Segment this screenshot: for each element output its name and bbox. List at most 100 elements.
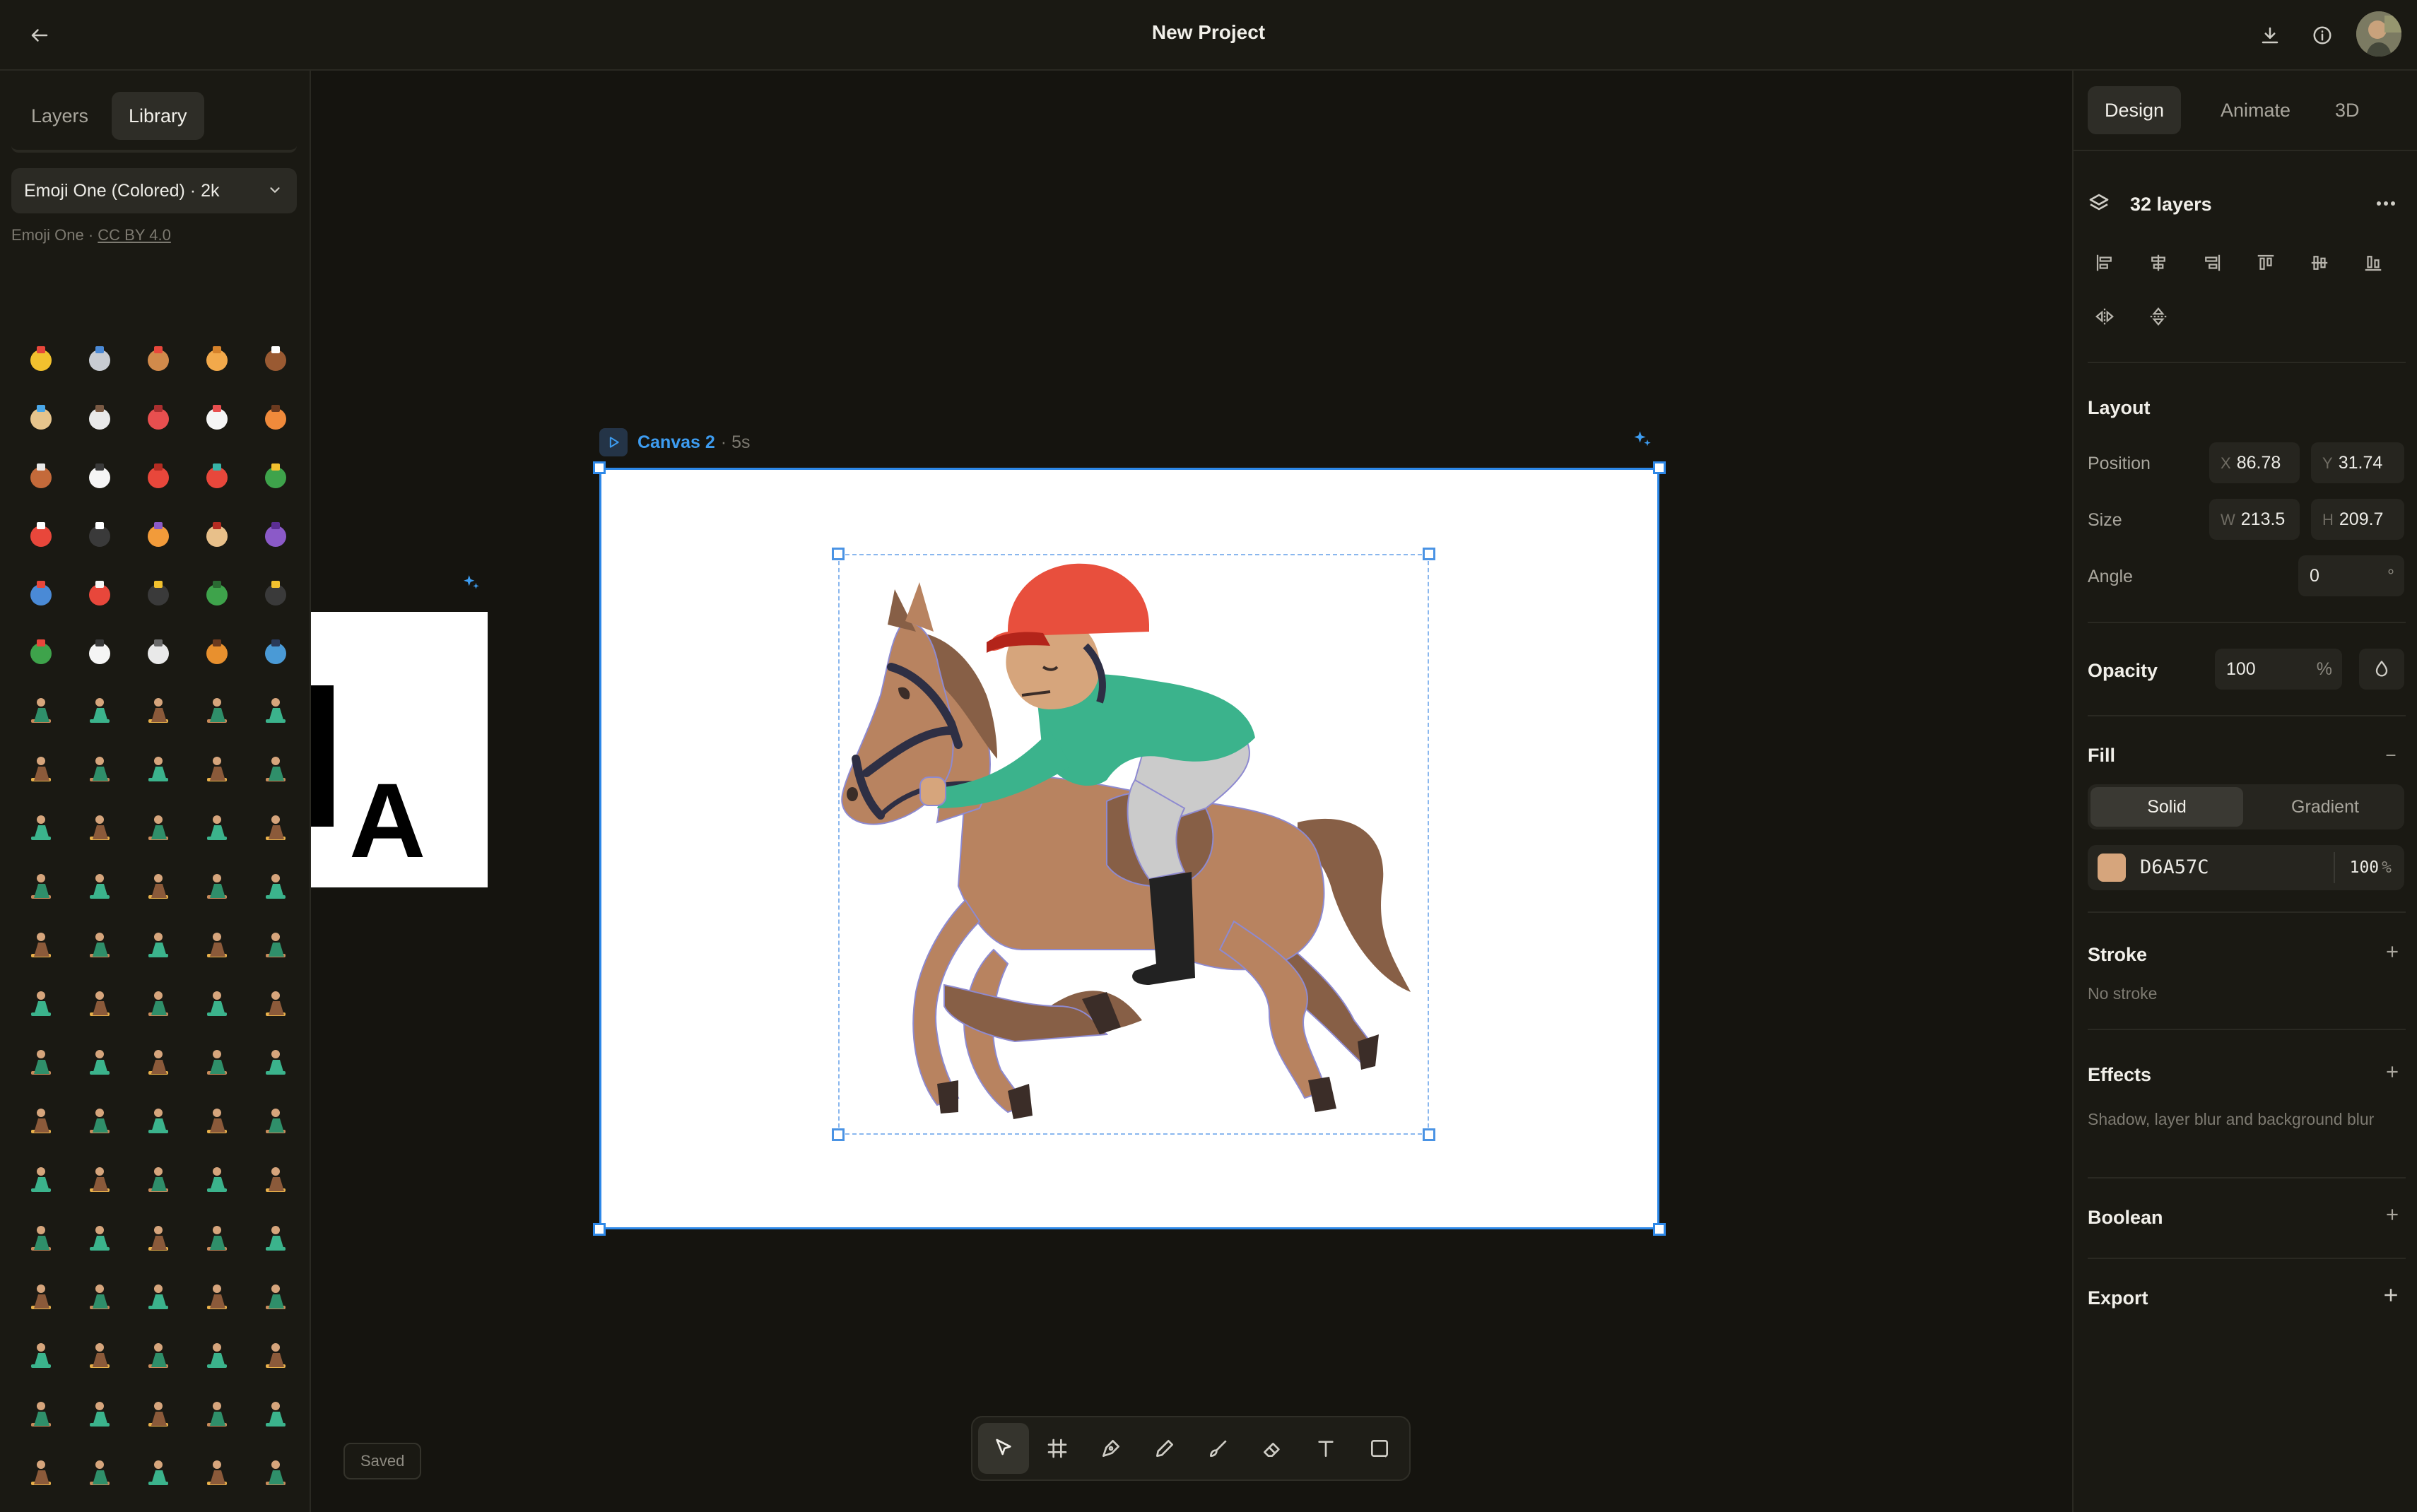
tab-layers[interactable]: Layers xyxy=(14,92,105,140)
fill-gradient-option[interactable]: Gradient xyxy=(2249,787,2401,827)
emoji-item[interactable] xyxy=(246,505,305,564)
emoji-item[interactable] xyxy=(187,447,246,505)
align-right-button[interactable] xyxy=(2195,246,2229,280)
side-canvas[interactable]: A xyxy=(311,612,488,887)
emoji-item[interactable] xyxy=(246,1385,305,1443)
emoji-item[interactable] xyxy=(11,1268,70,1326)
emoji-item[interactable] xyxy=(187,857,246,916)
emoji-item[interactable] xyxy=(246,974,305,1033)
sparkle-icon[interactable] xyxy=(462,574,481,596)
emoji-item[interactable] xyxy=(187,1033,246,1092)
emoji-item[interactable] xyxy=(70,1268,129,1326)
size-w-field[interactable]: W 213.5 xyxy=(2209,499,2300,540)
emoji-item[interactable] xyxy=(187,1268,246,1326)
sparkle-icon[interactable] xyxy=(1633,430,1652,453)
emoji-item[interactable] xyxy=(246,388,305,447)
emoji-item[interactable] xyxy=(129,857,187,916)
emoji-item[interactable] xyxy=(70,740,129,798)
emoji-item[interactable] xyxy=(187,681,246,740)
emoji-item[interactable] xyxy=(129,681,187,740)
add-boolean-button[interactable] xyxy=(2383,1205,2401,1227)
emoji-item[interactable] xyxy=(11,1033,70,1092)
emoji-item[interactable] xyxy=(187,1150,246,1209)
emoji-item[interactable] xyxy=(246,447,305,505)
add-export-button[interactable] xyxy=(2380,1284,2401,1309)
emoji-item[interactable] xyxy=(11,681,70,740)
distribute-vertical-button[interactable] xyxy=(2141,300,2175,333)
emoji-item[interactable] xyxy=(70,857,129,916)
emoji-item[interactable] xyxy=(187,1443,246,1502)
emoji-item[interactable] xyxy=(246,798,305,857)
emoji-item[interactable] xyxy=(70,1150,129,1209)
emoji-item[interactable] xyxy=(246,564,305,622)
emoji-item[interactable] xyxy=(11,329,70,388)
emoji-item[interactable] xyxy=(129,1502,187,1512)
canvas-resize-handle-tl[interactable] xyxy=(593,461,606,474)
emoji-item[interactable] xyxy=(246,1443,305,1502)
tab-3d[interactable]: 3D xyxy=(2318,86,2377,134)
emoji-item[interactable] xyxy=(187,388,246,447)
emoji-item[interactable] xyxy=(11,1092,70,1150)
fill-hex-value[interactable]: D6A57C xyxy=(2140,845,2209,890)
emoji-item[interactable] xyxy=(129,1209,187,1268)
user-avatar[interactable] xyxy=(2356,11,2401,57)
add-effect-button[interactable] xyxy=(2383,1063,2401,1085)
remove-fill-button[interactable] xyxy=(2380,745,2401,766)
selection-handle-tl[interactable] xyxy=(832,548,845,560)
size-h-field[interactable]: H 209.7 xyxy=(2311,499,2404,540)
emoji-item[interactable] xyxy=(187,1092,246,1150)
pen-tool[interactable] xyxy=(1086,1423,1136,1474)
emoji-item[interactable] xyxy=(246,1092,305,1150)
tab-animate[interactable]: Animate xyxy=(2204,86,2307,134)
emoji-item[interactable] xyxy=(129,1326,187,1385)
selection-handle-tr[interactable] xyxy=(1423,548,1435,560)
align-top-button[interactable] xyxy=(2249,246,2283,280)
download-button[interactable] xyxy=(2254,20,2286,51)
emoji-item[interactable] xyxy=(246,1033,305,1092)
license-link[interactable]: CC BY 4.0 xyxy=(98,226,171,244)
emoji-item[interactable] xyxy=(70,329,129,388)
emoji-item[interactable] xyxy=(11,740,70,798)
emoji-item[interactable] xyxy=(129,1268,187,1326)
emoji-item[interactable] xyxy=(187,916,246,974)
canvas-name[interactable]: Canvas 2 xyxy=(637,432,715,453)
emoji-item[interactable] xyxy=(187,564,246,622)
selection-handle-bl[interactable] xyxy=(832,1128,845,1141)
emoji-item[interactable] xyxy=(11,388,70,447)
emoji-item[interactable] xyxy=(11,447,70,505)
emoji-item[interactable] xyxy=(246,1150,305,1209)
emoji-item[interactable] xyxy=(70,1209,129,1268)
emoji-item[interactable] xyxy=(187,1209,246,1268)
emoji-item[interactable] xyxy=(70,1502,129,1512)
canvas-resize-handle-br[interactable] xyxy=(1653,1223,1666,1236)
emoji-item[interactable] xyxy=(129,916,187,974)
align-bottom-button[interactable] xyxy=(2356,246,2390,280)
more-options-button[interactable] xyxy=(2370,191,2401,216)
emoji-item[interactable] xyxy=(70,1326,129,1385)
frame-tool[interactable] xyxy=(1032,1423,1083,1474)
emoji-item[interactable] xyxy=(246,740,305,798)
selection-handle-br[interactable] xyxy=(1423,1128,1435,1141)
emoji-item[interactable] xyxy=(246,1502,305,1512)
emoji-item[interactable] xyxy=(129,622,187,681)
back-button[interactable] xyxy=(24,20,55,51)
emoji-item[interactable] xyxy=(70,447,129,505)
emoji-item[interactable] xyxy=(187,974,246,1033)
emoji-item[interactable] xyxy=(187,1502,246,1512)
emoji-item[interactable] xyxy=(129,1385,187,1443)
emoji-item[interactable] xyxy=(129,1443,187,1502)
emoji-item[interactable] xyxy=(11,505,70,564)
tab-library[interactable]: Library xyxy=(112,92,204,140)
emoji-item[interactable] xyxy=(70,681,129,740)
emoji-item[interactable] xyxy=(246,329,305,388)
opacity-field[interactable]: 100% xyxy=(2215,649,2342,690)
emoji-item[interactable] xyxy=(11,974,70,1033)
info-button[interactable] xyxy=(2307,20,2338,51)
select-tool[interactable] xyxy=(978,1423,1029,1474)
fill-color-swatch[interactable] xyxy=(2098,854,2126,882)
emoji-item[interactable] xyxy=(129,329,187,388)
emoji-item[interactable] xyxy=(11,1502,70,1512)
fill-opacity[interactable]: 100% xyxy=(2350,845,2392,890)
emoji-item[interactable] xyxy=(11,622,70,681)
shape-tool[interactable] xyxy=(1354,1423,1405,1474)
